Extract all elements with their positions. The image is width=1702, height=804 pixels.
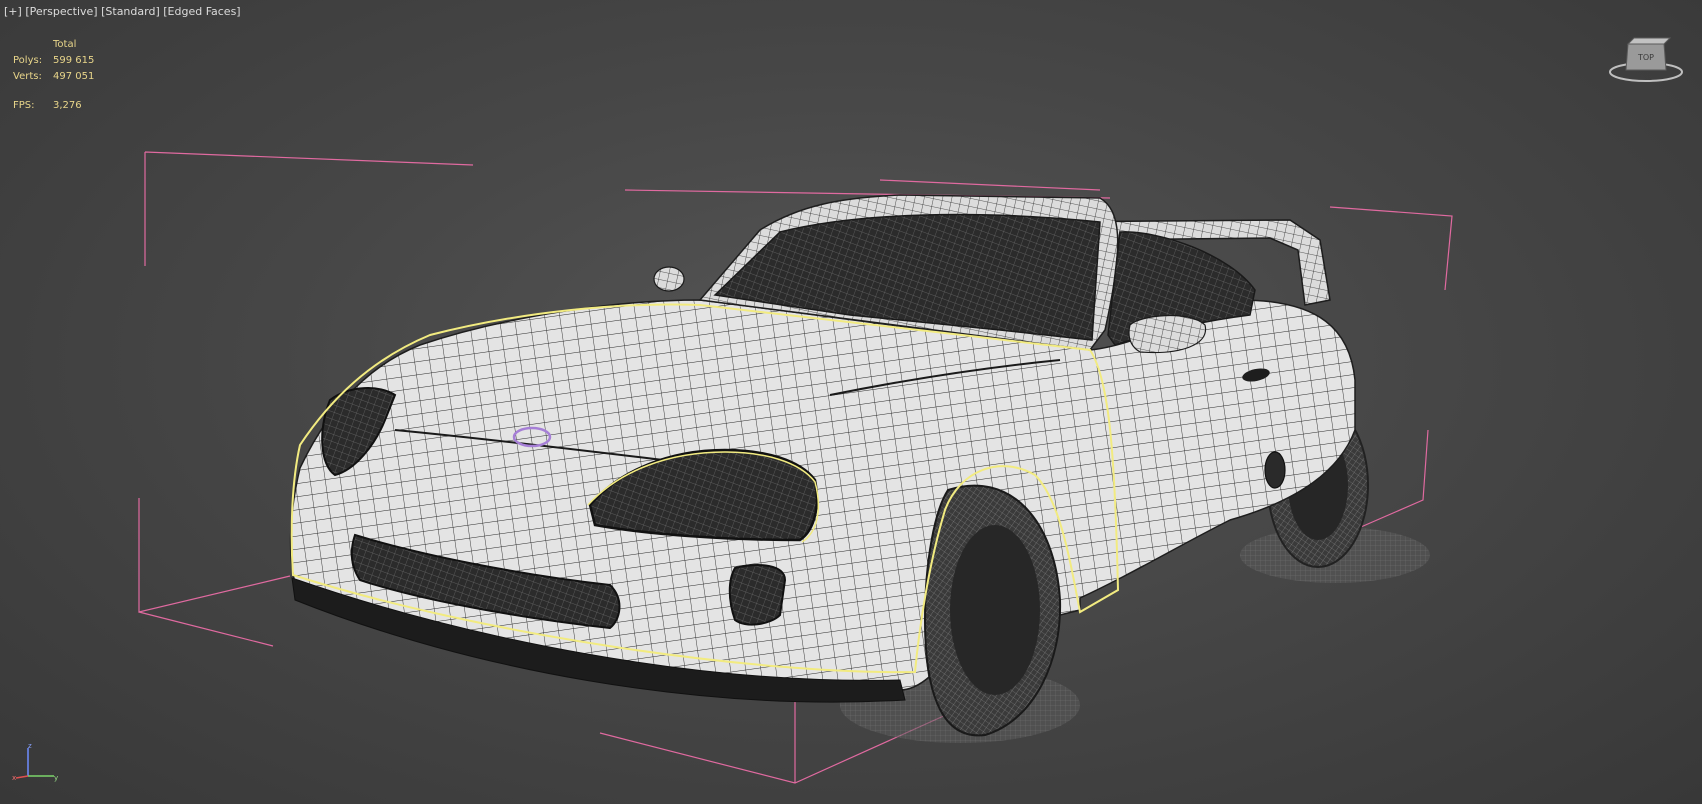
viewcube-face-label: TOP (1637, 53, 1654, 62)
axis-x-label: x (12, 774, 16, 782)
axis-tripod-icon: z y x (12, 742, 58, 782)
fog-light (728, 564, 787, 626)
viewcube-icon[interactable]: TOP (1608, 36, 1684, 84)
left-mirror (653, 266, 685, 292)
axis-y-label: y (54, 774, 58, 782)
side-intake (1264, 451, 1286, 489)
viewport-scene[interactable] (0, 0, 1702, 804)
axis-z-label: z (28, 742, 32, 750)
